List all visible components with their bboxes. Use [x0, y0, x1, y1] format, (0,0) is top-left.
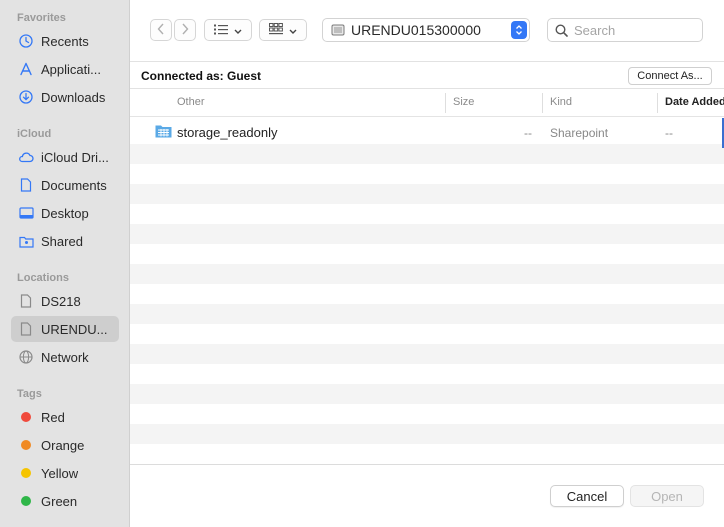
column-date-header[interactable]: Date Added: [665, 96, 724, 108]
sidebar-item-label: Red: [41, 409, 65, 425]
sidebar-item-documents[interactable]: Documents: [11, 172, 119, 198]
empty-row: [130, 344, 724, 364]
sidebar-item-label: Recents: [41, 33, 89, 49]
connect-as-button[interactable]: Connect As...: [628, 67, 712, 85]
chevron-left-icon: [157, 23, 165, 38]
icloud-heading: iCloud: [17, 128, 52, 140]
sidebar-item-label: Network: [41, 349, 89, 365]
chevron-right-icon: [181, 23, 189, 38]
tags-heading: Tags: [17, 388, 42, 400]
sidebar-item-label: Desktop: [41, 205, 89, 221]
table-row[interactable]: storage_readonly -- Sharepoint --: [130, 118, 724, 144]
column-divider[interactable]: [542, 93, 543, 113]
search-field[interactable]: [547, 18, 703, 42]
document-icon: [17, 321, 35, 337]
sidebar-item-network[interactable]: Network: [11, 344, 119, 370]
file-browser: URENDU015300000 Connected as: Guest Conn…: [130, 0, 724, 527]
empty-row: [130, 264, 724, 284]
group-options-button[interactable]: [259, 19, 307, 41]
open-button[interactable]: Open: [630, 485, 704, 507]
empty-row: [130, 424, 724, 444]
forward-button[interactable]: [174, 19, 196, 41]
empty-row: [130, 184, 724, 204]
view-options-button[interactable]: [204, 19, 252, 41]
empty-row: [130, 304, 724, 324]
column-name-header[interactable]: Other: [177, 96, 205, 108]
sidebar-item-applications[interactable]: Applicati...: [11, 56, 119, 82]
empty-row: [130, 144, 724, 164]
chevron-down-icon: [289, 23, 297, 38]
chevron-down-icon: [234, 23, 242, 38]
applications-icon: [17, 61, 35, 77]
sidebar-item-label: DS218: [41, 293, 81, 309]
sidebar-tag-yellow[interactable]: Yellow: [11, 460, 119, 486]
server-drive-icon: [331, 23, 345, 37]
file-size: --: [524, 126, 532, 140]
file-kind: Sharepoint: [550, 126, 609, 140]
sidebar-item-ds218[interactable]: DS218: [11, 288, 119, 314]
locations-heading: Locations: [17, 272, 69, 284]
sidebar-tag-red[interactable]: Red: [11, 404, 119, 430]
empty-row: [130, 384, 724, 404]
sidebar-item-label: Orange: [41, 437, 85, 453]
sidebar-item-label: Shared: [41, 233, 83, 249]
search-input[interactable]: [574, 22, 694, 38]
search-icon: [555, 23, 568, 37]
empty-row: [130, 224, 724, 244]
sidebar-item-desktop[interactable]: Desktop: [11, 200, 119, 226]
connection-bar: Connected as: Guest Connect As...: [130, 62, 724, 89]
sidebar-item-label: Documents: [41, 177, 107, 193]
location-popup[interactable]: URENDU015300000: [322, 18, 530, 42]
file-list: storage_readonly -- Sharepoint --: [130, 118, 724, 464]
toolbar: URENDU015300000: [130, 0, 724, 62]
connection-status: Connected as: Guest: [141, 69, 262, 83]
document-icon: [17, 293, 35, 309]
location-popup-label: URENDU015300000: [351, 22, 481, 38]
yellow-tag-dot-icon: [21, 468, 31, 478]
shared-folder-icon: [17, 233, 35, 249]
popup-stepper-icon: [511, 21, 527, 39]
sidebar-item-label: Applicati...: [41, 61, 101, 77]
red-tag-dot-icon: [21, 412, 31, 422]
sidebar-item-shared[interactable]: Shared: [11, 228, 119, 254]
sidebar-tag-orange[interactable]: Orange: [11, 432, 119, 458]
sidebar-item-label: URENDU...: [41, 321, 108, 337]
green-tag-dot-icon: [21, 496, 31, 506]
sidebar-tag-green[interactable]: Green: [11, 488, 119, 514]
download-icon: [17, 89, 35, 105]
column-header: Other Size Kind Date Added: [130, 89, 724, 117]
clock-icon: [17, 33, 35, 49]
dialog-footer: Cancel Open: [130, 464, 724, 527]
sidebar-item-recents[interactable]: Recents: [11, 28, 119, 54]
sidebar: Favorites Recents Applicati... Downloads…: [0, 0, 130, 527]
sidebar-item-downloads[interactable]: Downloads: [11, 84, 119, 110]
sidebar-item-urendu[interactable]: URENDU...: [11, 316, 119, 342]
orange-tag-dot-icon: [21, 440, 31, 450]
column-divider[interactable]: [445, 93, 446, 113]
globe-icon: [17, 349, 35, 365]
back-button[interactable]: [150, 19, 172, 41]
cloud-icon: [17, 149, 35, 165]
sidebar-item-label: Yellow: [41, 465, 79, 481]
list-view-icon: [214, 23, 228, 38]
sidebar-item-icloud-drive[interactable]: iCloud Dri...: [11, 144, 119, 170]
column-kind-header[interactable]: Kind: [550, 96, 572, 108]
folder-icon: [155, 124, 172, 141]
document-icon: [17, 177, 35, 193]
sidebar-item-label: Downloads: [41, 89, 106, 105]
grid-view-icon: [269, 22, 283, 38]
file-date: --: [665, 126, 673, 140]
sidebar-item-label: Green: [41, 493, 78, 509]
column-size-header[interactable]: Size: [453, 96, 474, 108]
sidebar-item-label: iCloud Dri...: [41, 149, 109, 165]
desktop-icon: [17, 205, 35, 221]
file-name: storage_readonly: [177, 125, 278, 140]
favorites-heading: Favorites: [17, 12, 66, 24]
column-divider[interactable]: [657, 93, 658, 113]
cancel-button[interactable]: Cancel: [550, 485, 624, 507]
